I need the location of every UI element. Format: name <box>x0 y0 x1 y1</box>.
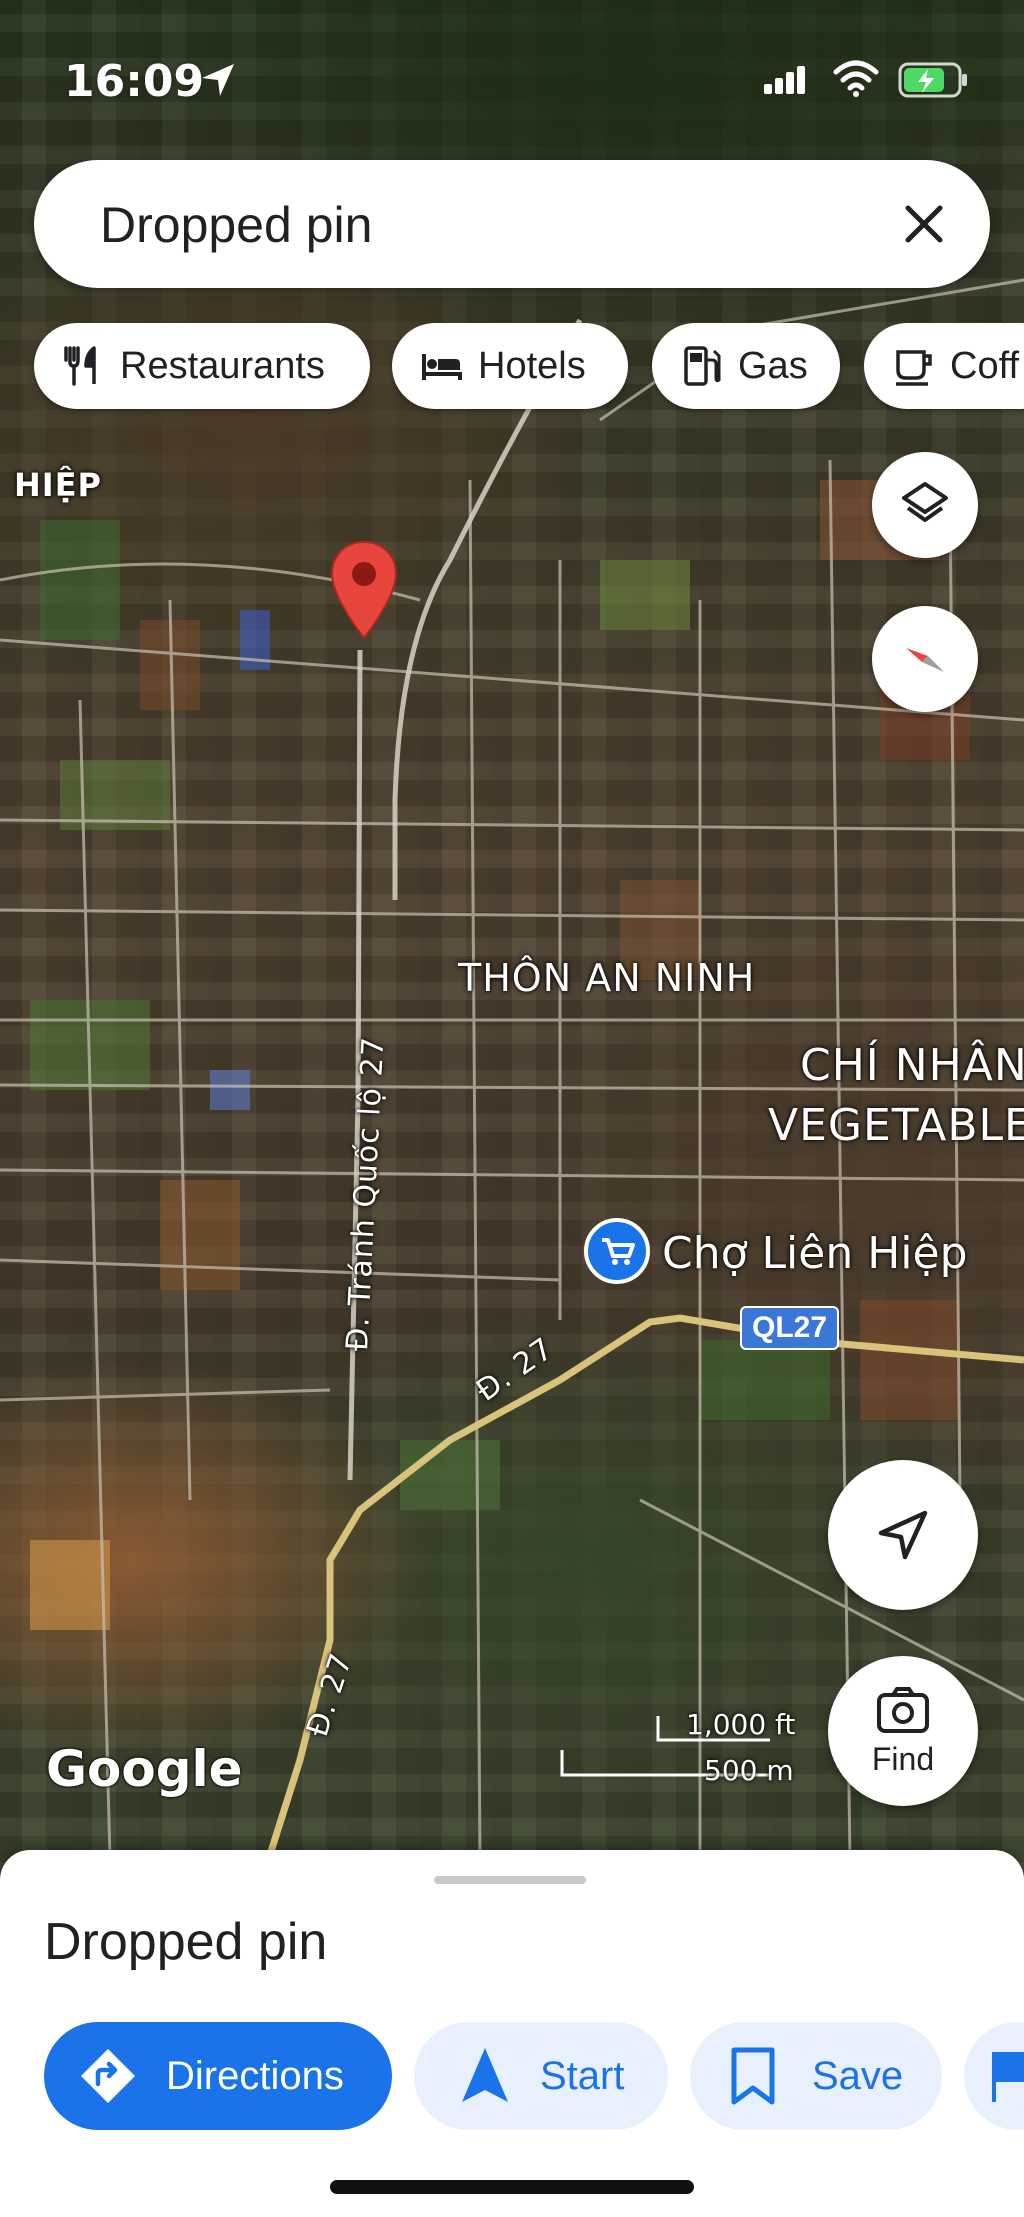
find-label: Find <box>871 1740 935 1777</box>
start-button[interactable]: Start <box>414 2022 668 2130</box>
search-bar[interactable]: Dropped pin <box>34 160 990 288</box>
chip-label: Restaurants <box>120 344 325 387</box>
map-label-thon-an-ninh: THÔN AN NINH <box>458 956 756 1000</box>
scale-metric: 500 m <box>704 1754 794 1787</box>
compass-icon <box>906 648 944 672</box>
restaurant-icon <box>64 346 96 386</box>
save-button[interactable]: Save <box>690 2022 942 2130</box>
market-pin[interactable] <box>584 1218 650 1298</box>
dropped-pin[interactable] <box>328 540 400 640</box>
place-title: Dropped pin <box>44 1913 328 1971</box>
cellular-signal-icon <box>764 66 805 94</box>
route-badge-ql27: QL27 <box>740 1306 840 1350</box>
directions-icon <box>81 2049 135 2103</box>
map-label-chi-nhan: CHÍ NHÂN <box>800 1040 1024 1091</box>
google-logo: Google <box>46 1740 243 1798</box>
directions-button[interactable]: Directions <box>44 2022 392 2130</box>
chip-hotels[interactable]: Hotels <box>392 323 628 409</box>
layers-icon <box>902 482 948 522</box>
chip-restaurants[interactable]: Restaurants <box>34 323 370 409</box>
hotel-icon <box>422 354 462 380</box>
navigation-arrow-icon <box>462 2048 508 2102</box>
coffee-icon <box>896 350 932 386</box>
sheet-drag-handle[interactable] <box>434 1876 586 1884</box>
save-label: Save <box>812 2053 904 2098</box>
flag-icon <box>992 2052 1024 2102</box>
navigation-arrow-icon <box>878 1510 928 1560</box>
more-action-button[interactable] <box>964 2022 1024 2130</box>
chip-label: Gas <box>738 344 808 387</box>
map-label-hiep: HIỆP <box>14 466 102 504</box>
battery-icon <box>898 62 967 98</box>
chip-label: Hotels <box>478 344 586 387</box>
camera-search-icon <box>877 1686 929 1733</box>
bottom-sheet[interactable]: Dropped pin Directions Start Save <box>0 1850 1024 2217</box>
wifi-icon <box>833 60 879 97</box>
home-indicator[interactable] <box>330 2180 694 2194</box>
gas-icon <box>684 346 721 386</box>
route-badge-label: QL27 <box>752 1311 828 1344</box>
chip-gas[interactable]: Gas <box>652 323 840 409</box>
find-button[interactable]: Find <box>828 1656 978 1806</box>
scale-imperial: 1,000 ft <box>686 1708 796 1741</box>
start-label: Start <box>540 2053 625 2098</box>
chip-coffee[interactable]: Coff <box>864 323 1024 409</box>
compass-button[interactable] <box>872 606 978 712</box>
close-icon[interactable] <box>894 194 954 254</box>
status-time: 16:09 <box>64 56 205 107</box>
bookmark-icon <box>731 2047 775 2105</box>
map-label-market[interactable]: Chợ Liên Hiệp <box>662 1228 968 1279</box>
map-label-vegetable: VEGETABLE <box>768 1100 1024 1151</box>
layers-button[interactable] <box>872 452 978 558</box>
directions-label: Directions <box>166 2053 344 2098</box>
location-arrow-icon <box>202 64 234 96</box>
my-location-button[interactable] <box>828 1460 978 1610</box>
chip-label: Coff <box>950 344 1020 387</box>
search-input[interactable]: Dropped pin <box>100 196 372 254</box>
